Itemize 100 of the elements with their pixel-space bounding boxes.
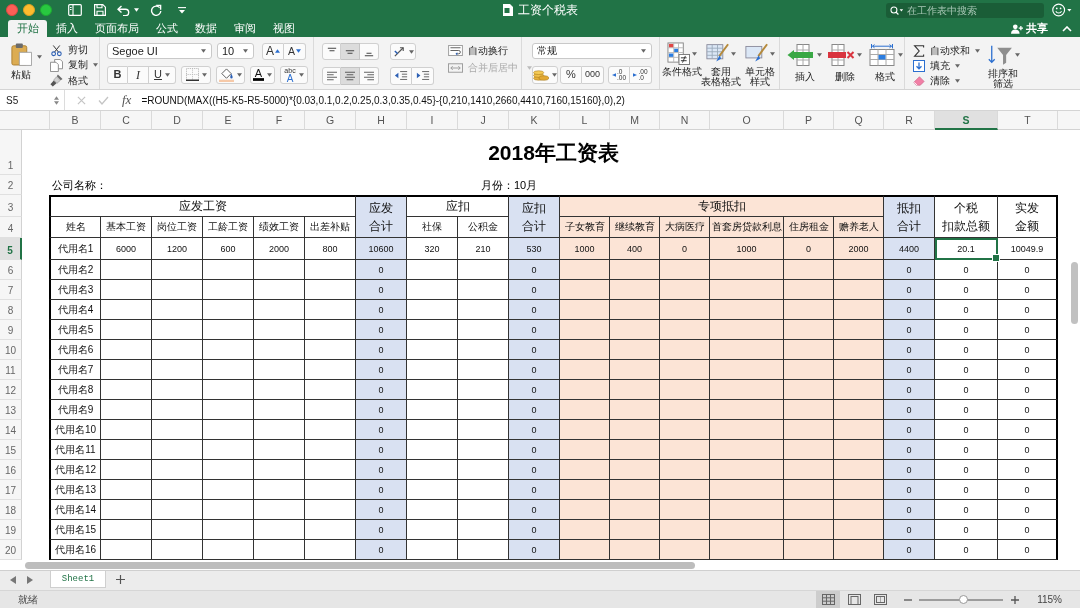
row-header[interactable]: 6 xyxy=(0,260,22,280)
format-painter-button[interactable]: 格式 xyxy=(50,74,88,88)
column-header[interactable]: K xyxy=(509,111,560,130)
row-header[interactable]: 11 xyxy=(0,360,22,380)
zoom-in-icon[interactable] xyxy=(1011,595,1020,604)
caret-icon[interactable] xyxy=(298,72,304,77)
align-top-button[interactable] xyxy=(322,43,341,60)
bold-button[interactable]: B xyxy=(107,65,128,84)
font-name-dropdown[interactable]: Segoe UI xyxy=(107,43,212,59)
column-header[interactable]: N xyxy=(660,111,710,130)
row-header[interactable]: 1 xyxy=(0,130,22,175)
underline-button[interactable]: U xyxy=(149,65,176,84)
copy-button[interactable]: 复制 xyxy=(50,59,88,72)
row-header[interactable]: 9 xyxy=(0,320,22,340)
caret-icon[interactable] xyxy=(857,52,863,57)
align-center-button[interactable] xyxy=(341,66,360,85)
column-header[interactable]: C xyxy=(101,111,152,130)
caret-icon[interactable] xyxy=(408,49,414,54)
accounting-format-button[interactable] xyxy=(532,65,558,84)
caret-icon[interactable] xyxy=(955,64,960,68)
number-format-dropdown[interactable]: 常规 xyxy=(532,43,652,59)
insert-button[interactable]: 插入 xyxy=(786,43,824,89)
column-header[interactable]: Q xyxy=(834,111,884,130)
row-header[interactable]: 10 xyxy=(0,340,22,360)
save-icon[interactable] xyxy=(94,4,106,16)
column-header[interactable]: F xyxy=(254,111,305,130)
row-header[interactable]: 8 xyxy=(0,300,22,320)
caret-icon[interactable] xyxy=(769,51,775,56)
decrease-indent-button[interactable] xyxy=(390,66,412,85)
caret-icon[interactable] xyxy=(237,72,242,77)
caret-icon[interactable] xyxy=(93,63,98,68)
sheet-tab[interactable]: Sheet1 xyxy=(50,571,106,588)
caret-icon[interactable] xyxy=(552,72,557,77)
search-field[interactable]: 在工作表中搜索 xyxy=(886,2,1044,18)
caret-icon[interactable] xyxy=(897,52,903,57)
normal-view-button[interactable] xyxy=(816,591,841,608)
row-header[interactable]: 17 xyxy=(0,480,22,500)
decrease-font-size-button[interactable]: A xyxy=(284,42,306,60)
redo-icon[interactable] xyxy=(150,4,162,16)
format-as-table-button[interactable]: 套用 表格格式 xyxy=(701,42,740,89)
caret-icon[interactable] xyxy=(134,8,139,12)
chevron-up-icon[interactable] xyxy=(1062,25,1072,32)
caret-icon[interactable] xyxy=(243,49,248,53)
caret-icon[interactable] xyxy=(201,49,206,53)
align-right-button[interactable] xyxy=(360,66,379,85)
slider-thumb[interactable] xyxy=(958,595,968,604)
row-header[interactable]: 13 xyxy=(0,400,22,420)
sidebar-icon[interactable] xyxy=(68,4,82,16)
caret-icon[interactable] xyxy=(691,51,697,56)
column-header[interactable]: P xyxy=(784,111,834,130)
cut-button[interactable]: 剪切 xyxy=(50,43,88,57)
ribbon-tab[interactable]: 开始 xyxy=(8,20,47,37)
zoom-button[interactable] xyxy=(40,4,52,16)
customize-menu-icon[interactable] xyxy=(178,6,186,14)
conditional-formatting-button[interactable]: 条件格式 xyxy=(662,42,701,89)
wrap-text-button[interactable]: 自动换行 xyxy=(448,45,532,56)
horizontal-scrollbar[interactable] xyxy=(25,561,695,569)
column-header[interactable]: S xyxy=(935,111,998,130)
left-arrow-icon[interactable] xyxy=(10,576,16,584)
fill-color-button[interactable] xyxy=(216,65,245,84)
row-header[interactable]: 12 xyxy=(0,380,22,400)
stepper-icon[interactable] xyxy=(54,95,59,105)
ribbon-tab[interactable]: 审阅 xyxy=(225,20,264,37)
column-header[interactable]: T xyxy=(998,111,1058,130)
row-header[interactable]: 19 xyxy=(0,520,22,540)
italic-button[interactable]: I xyxy=(128,65,149,84)
delete-button[interactable]: 删除 xyxy=(826,43,864,89)
ribbon-tab[interactable]: 视图 xyxy=(264,20,303,37)
align-middle-button[interactable] xyxy=(341,43,360,60)
share-button[interactable]: 共享 xyxy=(1011,20,1048,37)
fill-handle[interactable] xyxy=(992,254,1000,262)
column-header[interactable]: D xyxy=(152,111,203,130)
column-header[interactable]: H xyxy=(356,111,407,130)
increase-font-size-button[interactable]: A xyxy=(262,42,284,60)
column-header[interactable]: J xyxy=(458,111,509,130)
minimize-button[interactable] xyxy=(23,4,35,16)
column-header[interactable]: E xyxy=(203,111,254,130)
caret-icon[interactable] xyxy=(955,79,960,84)
caret-icon[interactable] xyxy=(201,72,207,77)
comma-style-button[interactable]: 000 xyxy=(582,65,604,84)
font-size-dropdown[interactable]: 10 xyxy=(217,43,254,59)
ribbon-tab[interactable]: 页面布局 xyxy=(86,20,147,37)
row-header[interactable]: 15 xyxy=(0,440,22,460)
row-header[interactable]: 14 xyxy=(0,420,22,440)
insert-function-button[interactable]: fx xyxy=(122,92,132,108)
borders-button[interactable] xyxy=(181,65,211,84)
font-color-button[interactable]: A xyxy=(250,65,275,84)
caret-icon[interactable] xyxy=(641,49,646,53)
fill-button[interactable]: 填充 xyxy=(913,60,950,72)
sort-and-filter-button[interactable]: 排序和 筛选 xyxy=(984,43,1022,89)
column-header[interactable]: G xyxy=(305,111,356,130)
caret-icon[interactable] xyxy=(1014,52,1020,57)
right-arrow-icon[interactable] xyxy=(27,576,33,584)
increase-indent-button[interactable] xyxy=(412,66,434,85)
checkmark-icon[interactable] xyxy=(98,95,109,105)
clear-button[interactable]: 清除 xyxy=(913,75,950,88)
autosum-button[interactable]: 自动求和 xyxy=(913,44,970,57)
paste-button[interactable]: 粘贴 xyxy=(7,43,35,89)
row-header[interactable]: 7 xyxy=(0,280,22,300)
vertical-scrollbar[interactable] xyxy=(1070,262,1078,324)
